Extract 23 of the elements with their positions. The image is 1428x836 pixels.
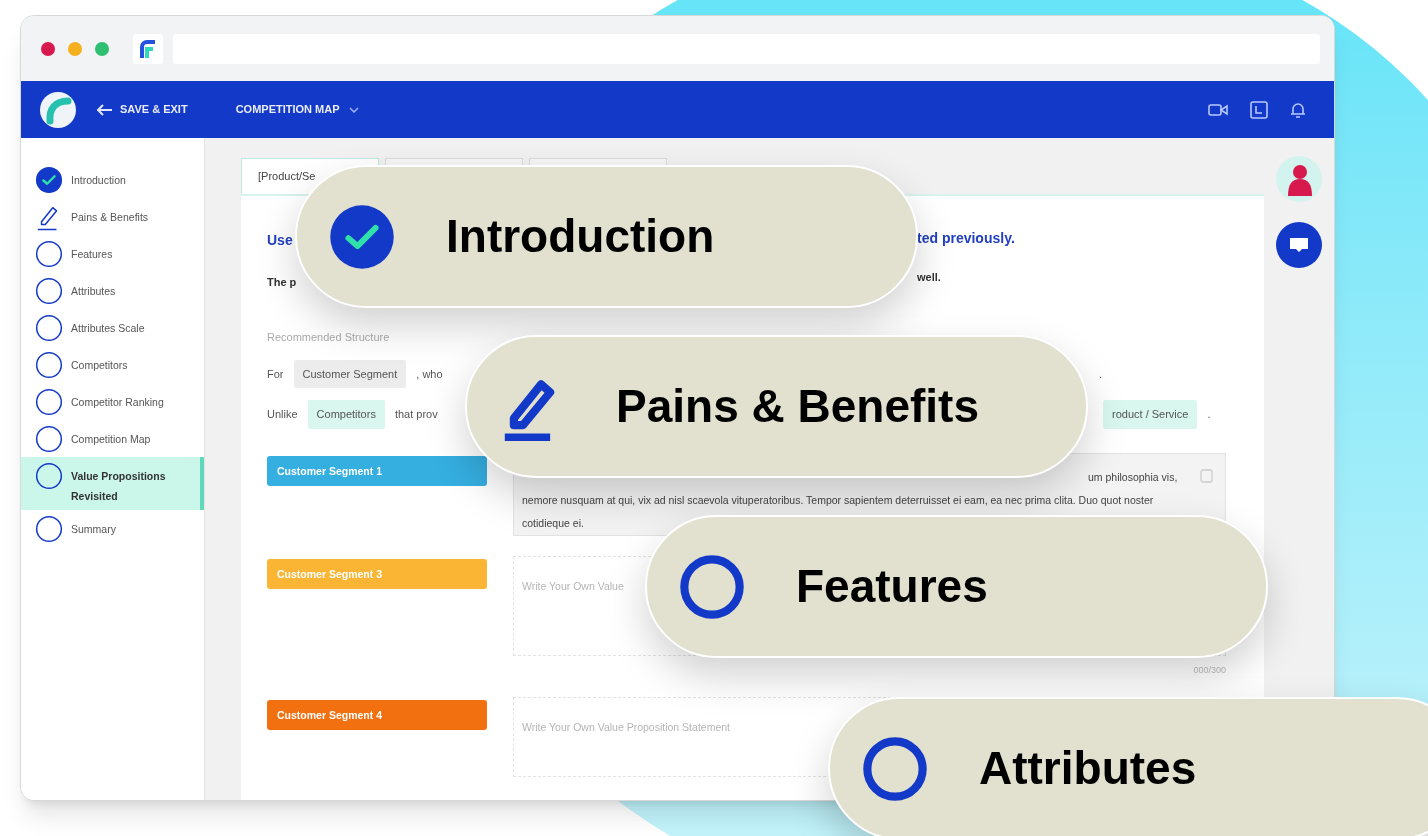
statement-text: nemore nusquam at qui, vix ad nisl scaevola vituperatoribus. Tempor sapientem deterruisset ei eam, ea nec prima clita. Duo quot noster cotidieque ei. bbox=[522, 492, 1155, 531]
step-title: Features bbox=[796, 559, 988, 614]
step-title: Pains & Benefits bbox=[616, 379, 979, 434]
structure-chip: Competitors bbox=[307, 400, 385, 429]
structure-title: Recommended Structure bbox=[267, 330, 391, 345]
segment-label: Customer Segment 3 bbox=[267, 558, 487, 589]
structure-chip: Customer Segment bbox=[293, 359, 407, 388]
structure-text: , who bbox=[416, 366, 443, 382]
heading-text: Use bbox=[267, 232, 293, 248]
intro-text: The p bbox=[267, 276, 297, 288]
segment-label: Customer Segment 1 bbox=[267, 455, 487, 486]
heading-text: ted previously. bbox=[917, 229, 1015, 248]
structure-text: . bbox=[1099, 366, 1103, 382]
intro-text: well. bbox=[917, 270, 941, 285]
structure-text: that prov bbox=[394, 407, 438, 422]
statement-text: um philosophia vis, bbox=[1088, 470, 1178, 483]
segment-label: Customer Segment 4 bbox=[267, 700, 487, 730]
step-title: Introduction bbox=[446, 209, 715, 264]
structure-chip: roduct / Service bbox=[1103, 400, 1198, 429]
step-title: Attributes bbox=[979, 741, 1197, 796]
structure-text: For bbox=[267, 366, 284, 382]
structure-text: Unlike bbox=[267, 407, 298, 422]
structure-text: . bbox=[1207, 407, 1211, 422]
